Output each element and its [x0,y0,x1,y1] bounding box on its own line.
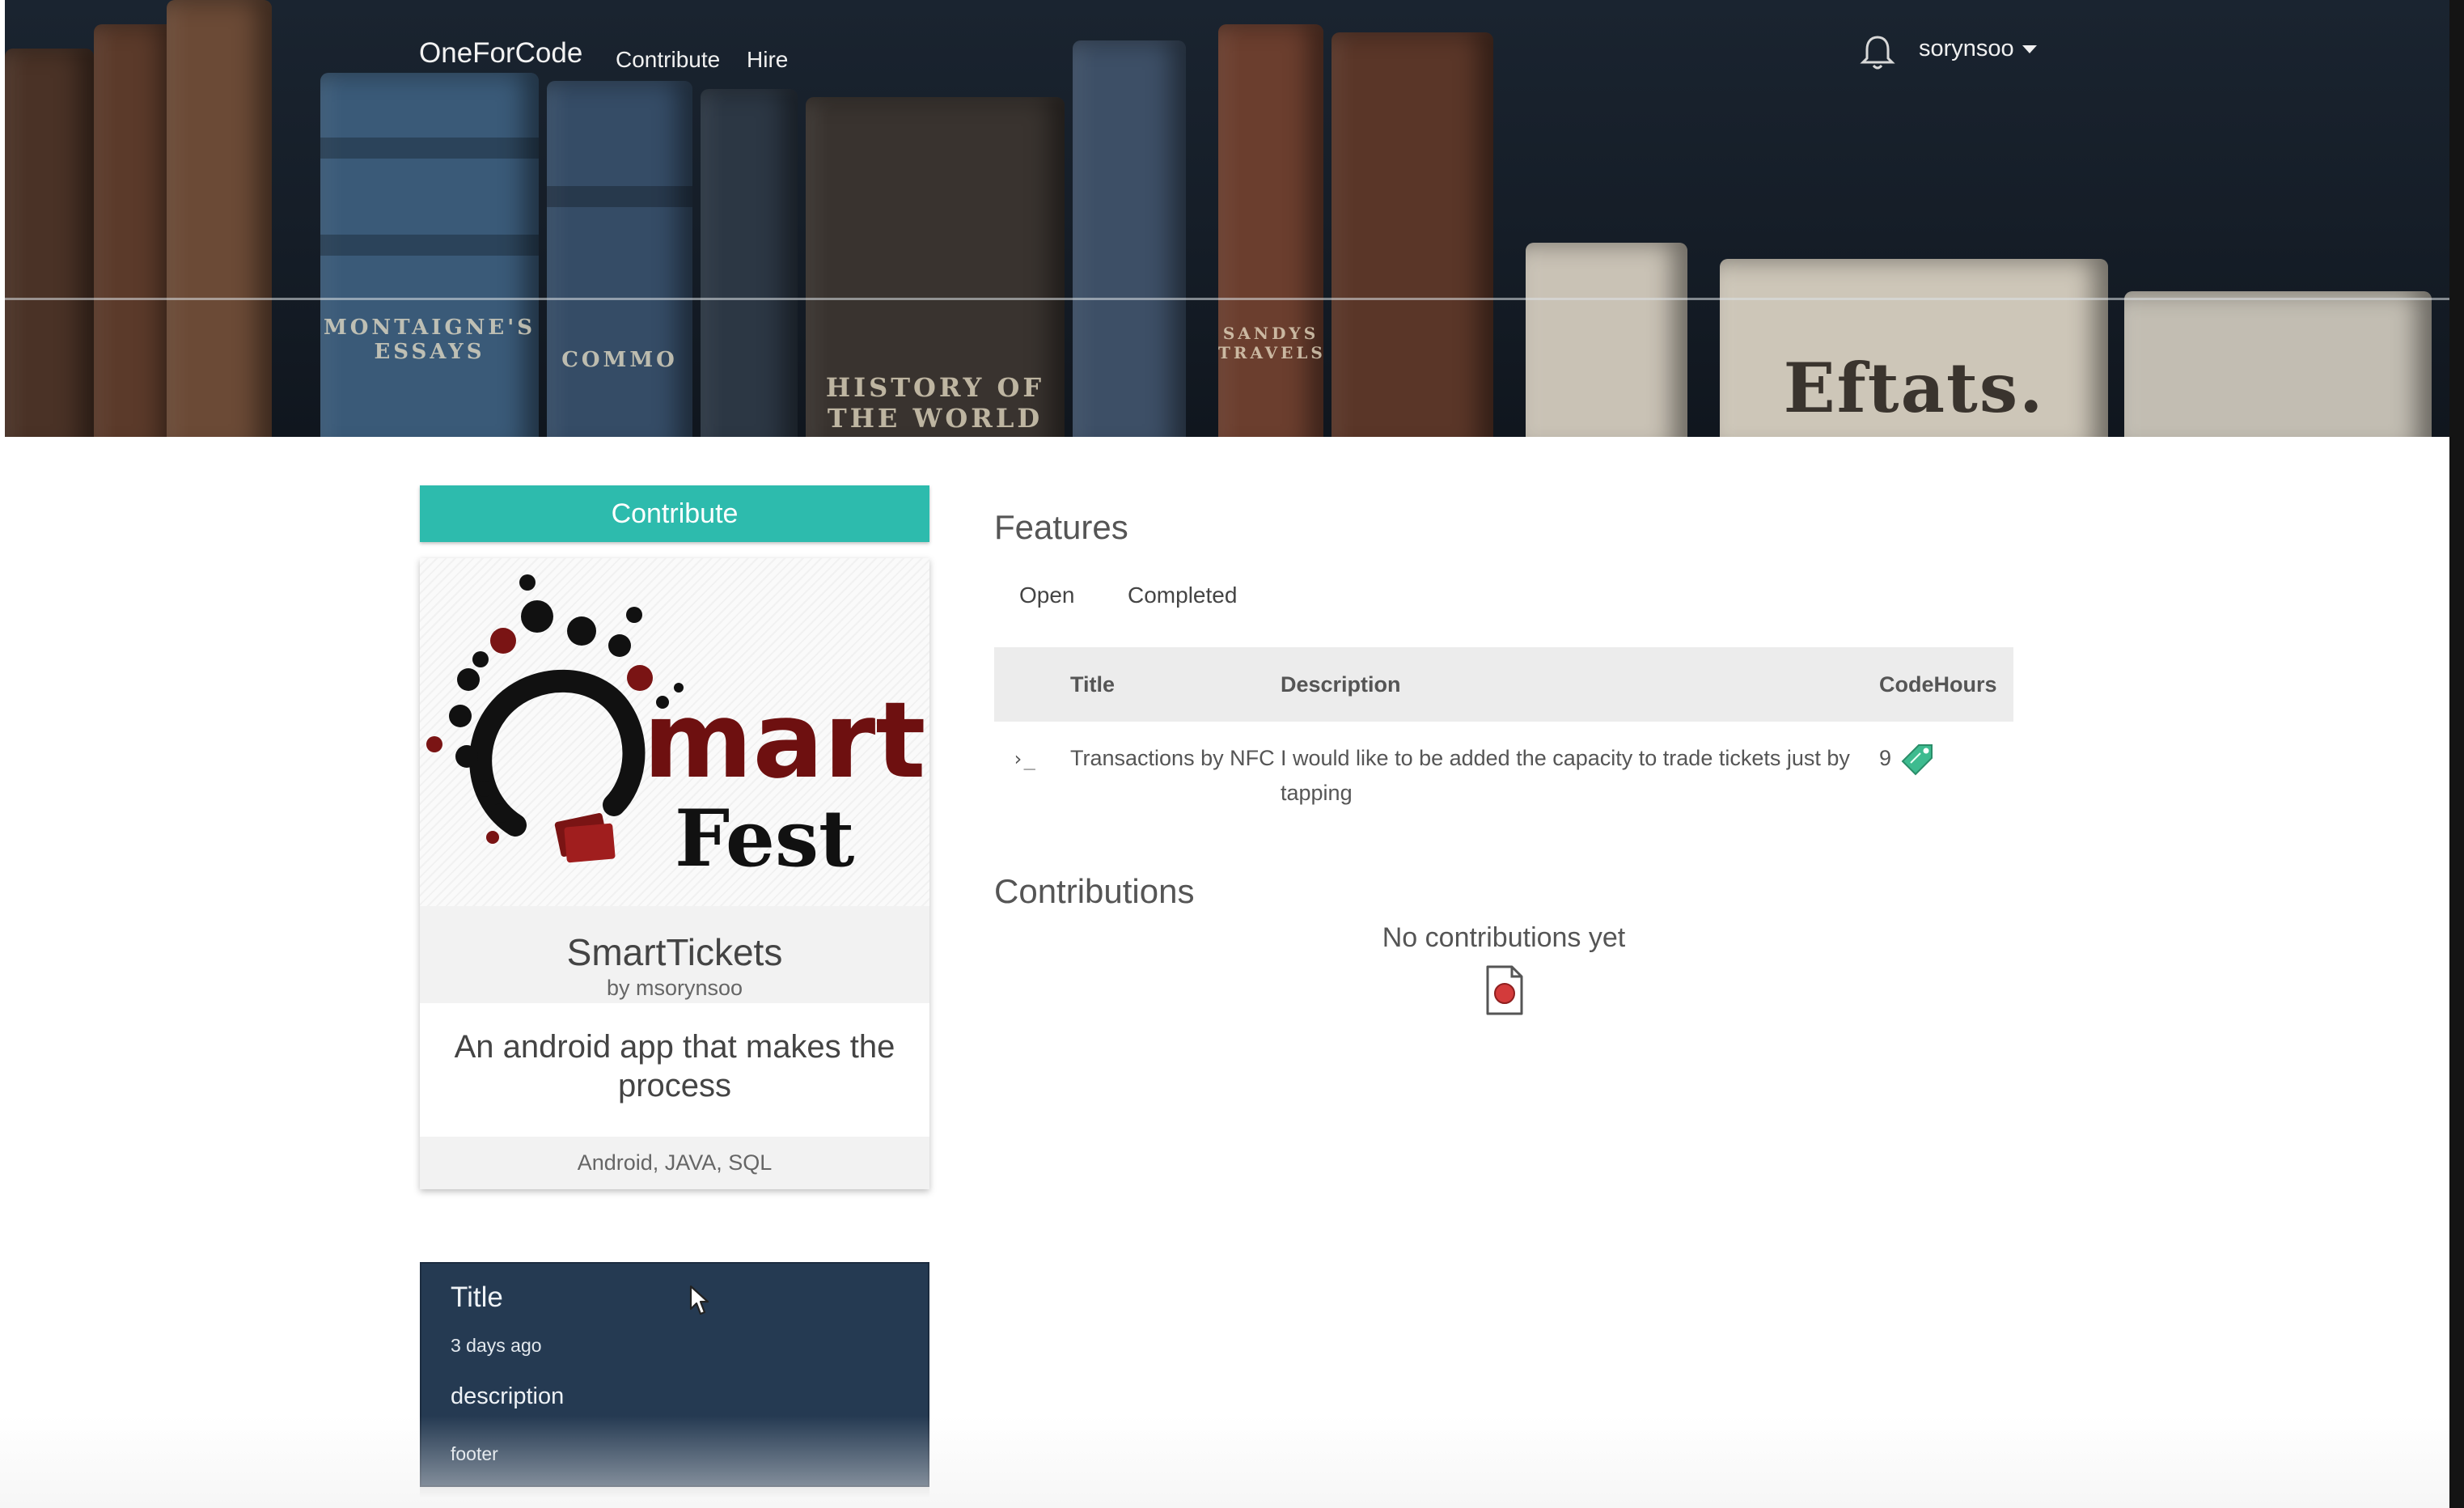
project-header: SmartTickets by msorynsoo [420,906,929,1003]
book-spine [701,89,798,437]
table-header-description: Description [1281,647,1879,722]
shelf-line [5,298,2449,300]
table-row[interactable]: ›_ Transactions by NFC I would like to b… [994,722,2013,811]
book-spine: MONTAIGNE'S ESSAYS [320,73,539,437]
contributions-heading: Contributions [994,872,1195,910]
project-logo: mart Fest [420,558,929,906]
project-author: by msorynsoo [606,976,743,1000]
terminal-expand-icon[interactable]: ›_ [994,742,1035,777]
empty-document-icon [1486,965,1523,1015]
project-description: An android app that makes the process [454,1029,895,1103]
feature-codehours: 9 [1879,722,2013,811]
post-card-timestamp: 3 days ago [451,1335,542,1356]
bottom-fade [0,1416,2464,1508]
brand-link[interactable]: OneForCode [419,37,582,70]
book-spine [2124,291,2432,437]
smartfest-logo-icon: mart Fest [426,574,925,884]
top-nav: OneForCode Contribute Hire sorynsoo [0,0,2464,113]
table-header-title: Title [1070,647,1281,722]
table-header-codehours: CodeHours [1879,647,2013,722]
spine-text: COMMO [561,348,678,372]
nav-link-hire[interactable]: Hire [747,47,788,73]
post-card-description: description [451,1383,565,1409]
project-name: SmartTickets [566,931,783,973]
book-spine: Eftats. [1720,259,2108,437]
feature-title: Transactions by NFC [1070,746,1275,770]
project-card[interactable]: mart Fest SmartTickets by msorynsoo An a… [420,558,929,1189]
nav-link-contribute[interactable]: Contribute [616,47,720,73]
logo-text-fest: Fest [675,793,854,884]
book-spine [1526,243,1687,437]
spine-text: MONTAIGNE'S ESSAYS [324,316,536,364]
user-menu[interactable]: sorynsoo [1919,36,2037,62]
tab-completed[interactable]: Completed [1128,582,1237,608]
price-tag-icon [1901,743,1933,776]
logo-text-mart: mart [643,679,925,802]
book-spine: COMMO [547,81,692,437]
notification-bell-icon[interactable] [1857,32,1898,73]
tab-open[interactable]: Open [1019,582,1075,608]
feature-description: I would like to be added the capacity to… [1281,746,1850,805]
username: sorynsoo [1919,36,2014,61]
spine-text: Eftats. [1783,348,2045,428]
post-card-footer: footer [451,1443,498,1464]
table-header-expand [994,647,1070,722]
contribute-button[interactable]: Contribute [420,485,929,542]
contributions-empty-text: No contributions yet [1382,922,1626,953]
features-heading: Features [994,508,1128,546]
post-card-title: Title [451,1281,503,1313]
features-table: Title Description CodeHours ›_ Transacti… [994,647,2013,811]
post-card[interactable]: Title 3 days ago description footer [420,1262,929,1487]
spine-text: SANDYS TRAVELS [1218,324,1326,362]
spine-text: HISTORY OF THE WORLD [825,372,1045,434]
mouse-cursor-icon [689,1285,709,1315]
chevron-down-icon [2022,45,2037,54]
book-spine: HISTORY OF THE WORLD [806,97,1065,437]
table-header-row: Title Description CodeHours [994,647,2013,722]
post-card-edge [420,1487,929,1497]
project-tags: Android, JAVA, SQL [420,1137,929,1189]
window-edge [2449,0,2464,1508]
codehours-value: 9 [1879,746,1892,770]
